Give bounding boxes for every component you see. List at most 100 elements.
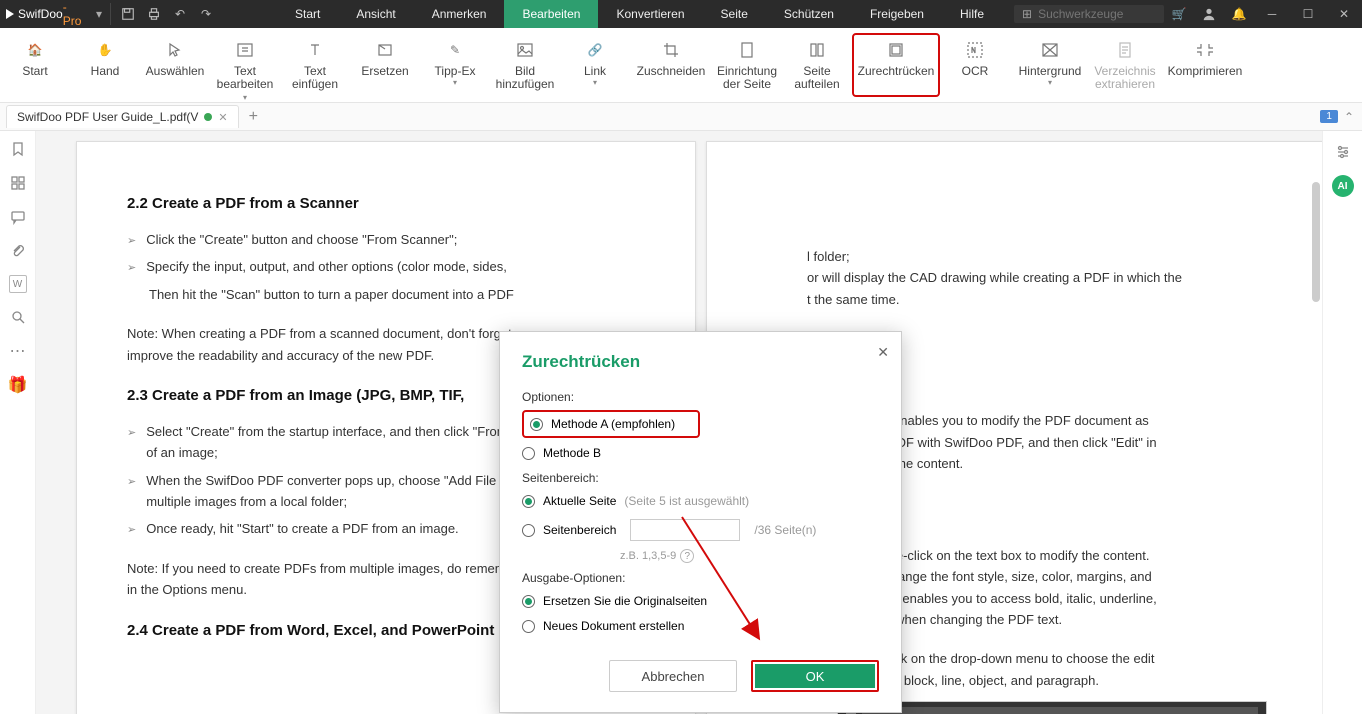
ribbon-compress[interactable]: Komprimieren: [1160, 33, 1250, 78]
cursor-icon: [162, 37, 188, 63]
close-button[interactable]: ✕: [1326, 0, 1362, 28]
help-icon[interactable]: ?: [680, 549, 694, 563]
page-range-label: Seitenbereich:: [522, 471, 879, 485]
page-range-input[interactable]: [630, 519, 740, 541]
brand-name-2: -Pro: [63, 0, 84, 28]
comment-icon[interactable]: [8, 207, 28, 227]
link-icon: 🔗: [582, 37, 608, 63]
chevron-down-icon: ▾: [453, 78, 457, 87]
crop-icon: [658, 37, 684, 63]
ribbon-link[interactable]: 🔗Link▾: [560, 33, 630, 87]
logo-icon: [6, 9, 14, 19]
radio-page-range[interactable]: Seitenbereich /36 Seite(n): [522, 516, 879, 544]
grid-icon: ⊞: [1022, 7, 1032, 21]
split-icon: [804, 37, 830, 63]
chevron-down-icon: ▾: [243, 91, 247, 104]
sliders-icon[interactable]: [1332, 141, 1354, 163]
ribbon-extract-toc[interactable]: Verzeichnis extrahieren: [1090, 33, 1160, 91]
app-logo: SwifDoo -Pro: [0, 0, 92, 28]
menu-anmerken[interactable]: Anmerken: [414, 0, 505, 28]
minimize-button[interactable]: ─: [1254, 0, 1290, 28]
left-sidebar: W ⋯ 🎁: [0, 131, 36, 714]
bullet-arrow-icon: ➢: [127, 470, 136, 513]
user-icon[interactable]: [1194, 0, 1224, 28]
cart-icon[interactable]: 🛒: [1164, 0, 1194, 28]
menu-freigeben[interactable]: Freigeben: [852, 0, 942, 28]
heading: 2.2 Create a PDF from a Scanner: [127, 192, 645, 217]
main-menu: Start Ansicht Anmerken Bearbeiten Konver…: [277, 0, 1002, 28]
radio-method-b[interactable]: Methode B: [522, 443, 879, 463]
search-icon[interactable]: [8, 307, 28, 327]
page-setup-icon: [734, 37, 760, 63]
menu-start[interactable]: Start: [277, 0, 338, 28]
compress-icon: [1192, 37, 1218, 63]
add-tab-button[interactable]: +: [249, 108, 258, 126]
menu-schuetzen[interactable]: Schützen: [766, 0, 852, 28]
menu-hilfe[interactable]: Hilfe: [942, 0, 1002, 28]
vertical-scrollbar[interactable]: [1312, 132, 1322, 692]
bullet-arrow-icon: ➢: [127, 518, 136, 539]
ai-button[interactable]: AI: [1332, 175, 1354, 197]
document-tab[interactable]: SwifDoo PDF User Guide_L.pdf(V ✕: [6, 105, 239, 128]
gift-icon[interactable]: 🎁: [8, 375, 28, 395]
menu-seite[interactable]: Seite: [703, 0, 766, 28]
ribbon-text-edit[interactable]: Text bearbeiten▾: [210, 33, 280, 104]
window-controls: 🛒 🔔 ─ ☐ ✕: [1164, 0, 1362, 28]
brand-name-1: SwifDoo: [18, 7, 63, 21]
document-tabs: SwifDoo PDF User Guide_L.pdf(V ✕ + 1 ⌃: [0, 103, 1362, 131]
redo-icon[interactable]: ↷: [195, 3, 217, 25]
cancel-button[interactable]: Abbrechen: [609, 660, 737, 692]
radio-current-page[interactable]: Aktuelle Seite (Seite 5 ist ausgewählt): [522, 491, 879, 511]
thumbnails-icon[interactable]: [8, 173, 28, 193]
ribbon-start[interactable]: 🏠Start: [0, 33, 70, 78]
ribbon-text-insert[interactable]: Text einfügen: [280, 33, 350, 91]
ribbon-select[interactable]: Auswählen: [140, 33, 210, 78]
ocr-icon: [962, 37, 988, 63]
menu-konvertieren[interactable]: Konvertieren: [598, 0, 702, 28]
page-number-badge[interactable]: 1: [1320, 110, 1338, 123]
deskew-dialog: ✕ Zurechtrücken Optionen: Methode A (emp…: [499, 331, 902, 713]
tab-label: SwifDoo PDF User Guide_L.pdf(V: [17, 110, 198, 124]
ribbon-background[interactable]: Hintergrund▾: [1010, 33, 1090, 87]
bell-icon[interactable]: 🔔: [1224, 0, 1254, 28]
ribbon-crop[interactable]: Zuschneiden: [630, 33, 712, 78]
ribbon-page-setup[interactable]: Einrichtung der Seite: [712, 33, 782, 91]
radio-new-document[interactable]: Neues Dokument erstellen: [522, 616, 879, 636]
ribbon-tippex[interactable]: ✎Tipp-Ex▾: [420, 33, 490, 87]
radio-icon: [522, 495, 535, 508]
extract-icon: [1112, 37, 1138, 63]
search-input[interactable]: [1038, 7, 1158, 21]
ribbon-split-page[interactable]: Seite aufteilen: [782, 33, 852, 91]
maximize-button[interactable]: ☐: [1290, 0, 1326, 28]
word-icon[interactable]: W: [9, 275, 27, 293]
menu-ansicht[interactable]: Ansicht: [338, 0, 413, 28]
bookmark-icon[interactable]: [8, 139, 28, 159]
scrollbar-thumb[interactable]: [1312, 182, 1320, 302]
menu-bearbeiten[interactable]: Bearbeiten: [504, 0, 598, 28]
chevron-down-icon[interactable]: ▾: [92, 7, 106, 21]
ribbon-replace[interactable]: Ersetzen: [350, 33, 420, 78]
attachment-icon[interactable]: [8, 241, 28, 261]
save-icon[interactable]: [117, 3, 139, 25]
ribbon-image-add[interactable]: Bild hinzufügen: [490, 33, 560, 91]
main-area: W ⋯ 🎁 2.2 Create a PDF from a Scanner ➢C…: [0, 131, 1362, 714]
ribbon-deskew[interactable]: Zurechtrücken: [852, 33, 940, 97]
ok-button[interactable]: OK: [751, 660, 879, 692]
print-icon[interactable]: [143, 3, 165, 25]
ribbon-ocr[interactable]: OCR: [940, 33, 1010, 78]
undo-icon[interactable]: ↶: [169, 3, 191, 25]
search-tools[interactable]: ⊞: [1014, 5, 1164, 23]
dialog-close-button[interactable]: ✕: [877, 344, 889, 361]
replace-icon: [372, 37, 398, 63]
settings-icon[interactable]: ⋯: [8, 341, 28, 361]
radio-replace-original[interactable]: Ersetzen Sie die Originalseiten: [522, 591, 879, 611]
close-tab-icon[interactable]: ✕: [218, 111, 227, 124]
ribbon-toolbar: 🏠Start ✋Hand Auswählen Text bearbeiten▾ …: [0, 28, 1362, 103]
pencil-icon: ✎: [442, 37, 468, 63]
ribbon-hand[interactable]: ✋Hand: [70, 33, 140, 78]
modified-indicator-icon: [204, 113, 212, 121]
deskew-icon: [883, 37, 909, 63]
bullet-arrow-icon: ➢: [127, 256, 136, 277]
radio-method-a[interactable]: Methode A (empfohlen): [522, 410, 700, 438]
chevron-up-icon[interactable]: ⌃: [1344, 110, 1354, 124]
